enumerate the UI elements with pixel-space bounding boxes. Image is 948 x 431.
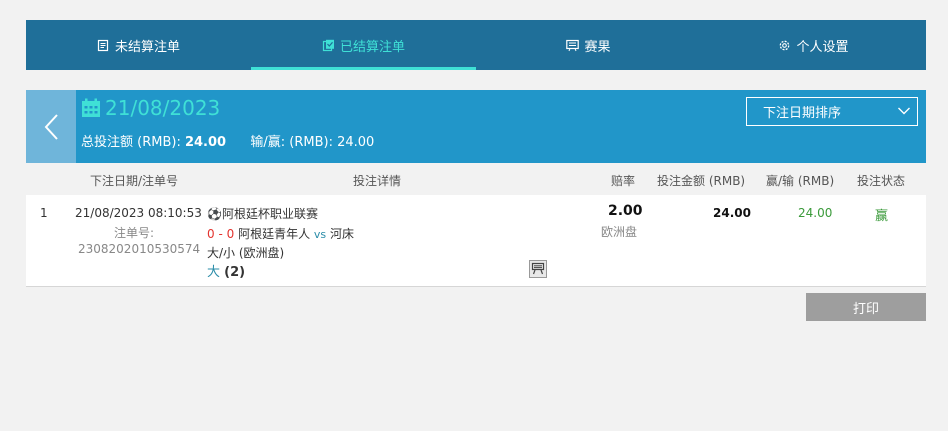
- bet-number: 2308202010530574: [78, 242, 201, 256]
- document-list-icon: [97, 39, 109, 51]
- tab-settled-bets[interactable]: 已结算注单: [251, 20, 476, 70]
- bet-stake: 24.00: [713, 206, 751, 220]
- sort-dropdown[interactable]: 下注日期排序: [746, 97, 918, 126]
- date-title: 21/08/2023: [81, 96, 220, 120]
- tab-label: 个人设置: [796, 39, 849, 55]
- column-header-status: 投注状态: [857, 174, 906, 188]
- bet-number-label: 注单号:: [114, 226, 155, 240]
- calendar-icon: [82, 98, 100, 117]
- tab-results[interactable]: 赛果: [476, 20, 701, 70]
- tab-label: 已结算注单: [339, 39, 405, 55]
- home-team: 阿根廷青年人: [238, 227, 311, 241]
- market-type: 大/小 (欧洲盘): [207, 246, 285, 260]
- vs-label: vs: [313, 228, 327, 241]
- away-team: 河床: [329, 227, 354, 241]
- chevron-down-icon: [898, 107, 910, 115]
- column-header-date: 下注日期/注单号: [90, 174, 179, 188]
- bet-selection-line: 大 (2): [207, 261, 245, 280]
- tab-label: 未结算注单: [114, 39, 180, 55]
- winloss-label: 输/赢: (RMB):: [250, 135, 333, 150]
- column-header-winloss: 赢/输 (RMB): [766, 174, 835, 188]
- document-check-icon: [322, 39, 334, 51]
- match-score: 0 - 0: [207, 227, 235, 241]
- tab-unsettled-bets[interactable]: 未结算注单: [26, 20, 251, 70]
- column-header-stake: 投注金额 (RMB): [657, 174, 746, 188]
- column-header-odds: 赔率: [611, 174, 636, 188]
- bet-winloss: 24.00: [798, 206, 833, 220]
- scoreboard-icon: [566, 39, 580, 51]
- total-stake-label: 总投注额 (RMB):: [81, 135, 181, 150]
- date-summary-bar: 21/08/2023 总投注额 (RMB): 24.00 输/赢: (RMB):…: [26, 90, 926, 163]
- bet-handicap: (2): [224, 265, 246, 280]
- selected-date: 21/08/2023: [105, 96, 221, 120]
- receipt-icon[interactable]: [529, 260, 547, 278]
- bet-status: 赢: [875, 209, 889, 224]
- league-line: ⚽阿根廷杯职业联赛: [207, 205, 318, 222]
- bet-odds: 2.00: [608, 203, 643, 219]
- bet-selection: 大: [207, 265, 221, 280]
- back-button[interactable]: [26, 90, 76, 163]
- sort-selected-value: 下注日期排序: [763, 106, 842, 121]
- table-row: 1 21/08/2023 08:10:53 注单号: 2308202010530…: [26, 195, 926, 287]
- soccer-ball-icon: ⚽: [207, 207, 222, 221]
- row-index: 1: [40, 206, 48, 220]
- table-header: 下注日期/注单号 投注详情 赔率 投注金额 (RMB) 赢/输 (RMB) 投注…: [26, 163, 926, 195]
- print-button[interactable]: 打印: [806, 293, 926, 321]
- chevron-left-icon: [44, 113, 58, 140]
- total-stake-value: 24.00: [184, 135, 227, 150]
- bet-summary: 总投注额 (RMB): 24.00 输/赢: (RMB): 24.00: [81, 131, 374, 150]
- bet-datetime: 21/08/2023 08:10:53: [75, 206, 202, 220]
- tab-personal-settings[interactable]: 个人设置: [701, 20, 926, 70]
- winloss-value: 24.00: [337, 135, 375, 150]
- match-line: 0 - 0 阿根廷青年人 vs 河床: [207, 225, 354, 242]
- main-tabbar: 未结算注单 已结算注单 赛果 个人设置: [26, 20, 926, 70]
- column-header-detail: 投注详情: [353, 174, 402, 188]
- league-name: 阿根廷杯职业联赛: [221, 207, 318, 221]
- tab-label: 赛果: [584, 39, 611, 55]
- odds-format: 欧洲盘: [601, 225, 638, 239]
- gear-icon: [780, 40, 790, 50]
